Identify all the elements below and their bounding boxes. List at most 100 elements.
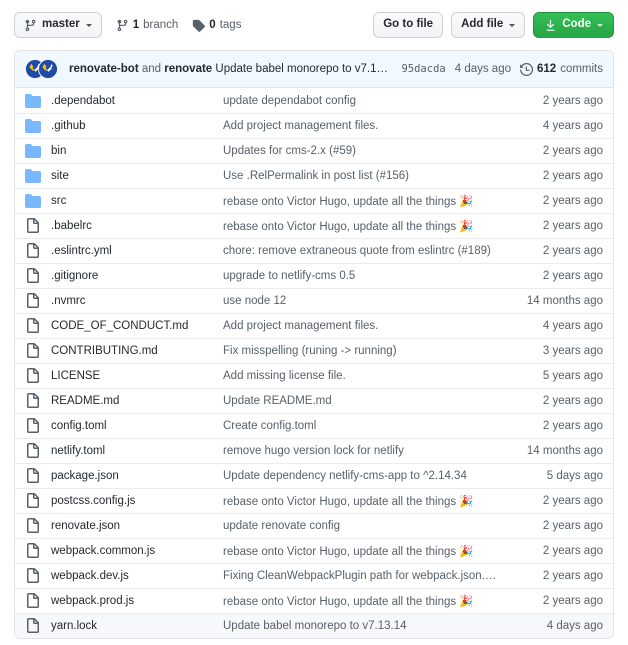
file-commit-message[interactable]: Update babel monorepo to v7.13.14 [223,620,507,632]
file-name-link[interactable]: .eslintrc.yml [51,245,223,257]
commit-conjunction: and [141,63,162,75]
file-commit-age: 2 years ago [542,595,603,607]
avatar[interactable] [38,59,58,79]
table-row[interactable]: CONTRIBUTING.md Fix misspelling (runing -… [15,338,613,363]
file-name-link[interactable]: netlify.toml [51,445,223,457]
file-commit-message[interactable]: Use .RelPermalink in post list (#156) [223,170,507,182]
folder-icon [25,119,41,133]
commits-count-label: commits [560,63,603,75]
add-file-button[interactable]: Add file [451,12,526,38]
file-commit-message[interactable]: Create config.toml [223,420,507,432]
row-type-icon [25,443,51,459]
file-name-link[interactable]: webpack.dev.js [51,570,223,582]
file-name-link[interactable]: renovate.json [51,520,223,532]
table-row[interactable]: README.md Update README.md 2 years ago [15,388,613,413]
table-row[interactable]: .gitignore upgrade to netlify-cms 0.5 2 ye… [15,263,613,288]
file-commit-message[interactable]: update dependabot config [223,95,507,107]
row-type-icon [25,393,51,409]
file-name-link[interactable]: README.md [51,395,223,407]
commit-title[interactable]: Update babel monorepo to v7.13.14 [215,63,391,75]
row-type-icon [25,93,51,109]
tag-count-link[interactable]: 0 tags [192,19,241,32]
file-name-link[interactable]: .github [51,120,223,132]
table-row[interactable]: yarn.lock Update babel monorepo to v7.13.… [15,613,613,638]
file-commit-message[interactable]: Update README.md [223,395,507,407]
table-row[interactable]: webpack.prod.js rebase onto Victor Hugo, … [15,588,613,613]
tag-count-value: 0 [209,19,216,31]
table-row[interactable]: site Use .RelPermalink in post list (#156… [15,163,613,188]
file-name-link[interactable]: .babelrc [51,220,223,232]
row-type-icon [25,518,51,534]
file-listing: renovate-bot and renovate Update babel m… [14,50,614,639]
table-row[interactable]: netlify.toml remove hugo version lock for… [15,438,613,463]
file-name-link[interactable]: LICENSE [51,370,223,382]
table-row[interactable]: config.toml Create config.toml 2 years ago [15,413,613,438]
file-commit-message[interactable]: update renovate config [223,520,507,532]
repo-toolbar: master 1 branch 0 tags Go to file Add fi… [14,0,614,50]
row-type-icon [25,168,51,184]
table-row[interactable]: webpack.common.js rebase onto Victor Hugo… [15,538,613,563]
row-type-icon [25,243,51,259]
commit-coauthor[interactable]: renovate [164,63,212,75]
table-row[interactable]: .babelrc rebase onto Victor Hugo, update … [15,213,613,238]
table-row[interactable]: .github Add project management files. 4 ye… [15,113,613,138]
commits-count-value: 612 [537,63,557,75]
file-name-link[interactable]: yarn.lock [51,620,223,632]
file-name-link[interactable]: .nvmrc [51,295,223,307]
file-commit-message[interactable]: chore: remove extraneous quote from esli… [223,245,507,257]
branch-count-link[interactable]: 1 branch [116,19,178,32]
file-icon [27,418,39,433]
go-to-file-button[interactable]: Go to file [373,12,444,38]
table-row[interactable]: .dependabot update dependabot config 2 yea… [15,88,613,113]
file-name-link[interactable]: webpack.prod.js [51,595,223,607]
commit-history-link[interactable]: 612 commits [520,62,603,76]
file-commit-message[interactable]: upgrade to netlify-cms 0.5 [223,270,507,282]
file-commit-message[interactable]: Update dependency netlify-cms-app to ^2.… [223,470,507,482]
file-commit-age: 14 months ago [526,295,603,307]
commit-author[interactable]: renovate-bot [69,63,139,75]
file-commit-message[interactable]: Fixing CleanWebpackPlugin path for webpa… [223,570,507,582]
row-type-icon [25,543,51,559]
file-commit-message[interactable]: rebase onto Victor Hugo, update all the … [223,219,507,233]
file-name-link[interactable]: postcss.config.js [51,495,223,507]
file-name-link[interactable]: package.json [51,470,223,482]
table-row[interactable]: .nvmrc use node 12 14 months ago [15,288,613,313]
file-name-link[interactable]: CONTRIBUTING.md [51,345,223,357]
file-commit-message[interactable]: Add project management files. [223,120,507,132]
file-commit-message[interactable]: Updates for cms-2.x (#59) [223,145,507,157]
file-commit-age: 2 years ago [542,570,603,582]
file-commit-message[interactable]: Add missing license file. [223,370,507,382]
table-row[interactable]: webpack.dev.js Fixing CleanWebpackPlugin … [15,563,613,588]
toolbar-actions: Go to file Add file Code [373,12,614,38]
code-button[interactable]: Code [533,12,614,38]
chevron-down-icon [509,23,516,27]
table-row[interactable]: bin Updates for cms-2.x (#59) 2 years ago [15,138,613,163]
file-icon [27,293,39,308]
file-commit-message[interactable]: rebase onto Victor Hugo, update all the … [223,494,507,508]
file-commit-message[interactable]: rebase onto Victor Hugo, update all the … [223,594,507,608]
table-row[interactable]: package.json Update dependency netlify-cm… [15,463,613,488]
file-name-link[interactable]: site [51,170,223,182]
file-name-link[interactable]: src [51,195,223,207]
file-commit-message[interactable]: Add project management files. [223,320,507,332]
file-name-link[interactable]: webpack.common.js [51,545,223,557]
file-commit-message[interactable]: remove hugo version lock for netlify [223,445,507,457]
file-name-link[interactable]: config.toml [51,420,223,432]
table-row[interactable]: LICENSE Add missing license file. 5 years … [15,363,613,388]
file-name-link[interactable]: bin [51,145,223,157]
file-name-link[interactable]: CODE_OF_CONDUCT.md [51,320,223,332]
table-row[interactable]: renovate.json update renovate config 2 yea… [15,513,613,538]
commit-sha[interactable]: 95dacda [401,63,445,75]
file-commit-message[interactable]: use node 12 [223,295,507,307]
table-row[interactable]: CODE_OF_CONDUCT.md Add project management… [15,313,613,338]
file-commit-message[interactable]: Fix misspelling (runing -> running) [223,345,507,357]
file-commit-message[interactable]: rebase onto Victor Hugo, update all the … [223,194,507,208]
file-name-link[interactable]: .dependabot [51,95,223,107]
table-row[interactable]: postcss.config.js rebase onto Victor Hugo… [15,488,613,513]
table-row[interactable]: src rebase onto Victor Hugo, update all t… [15,188,613,213]
file-name-link[interactable]: .gitignore [51,270,223,282]
file-commit-message[interactable]: rebase onto Victor Hugo, update all the … [223,544,507,558]
table-row[interactable]: .eslintrc.yml chore: remove extraneous qu… [15,238,613,263]
branch-selector-button[interactable]: master [14,12,102,38]
row-type-icon [25,318,51,334]
